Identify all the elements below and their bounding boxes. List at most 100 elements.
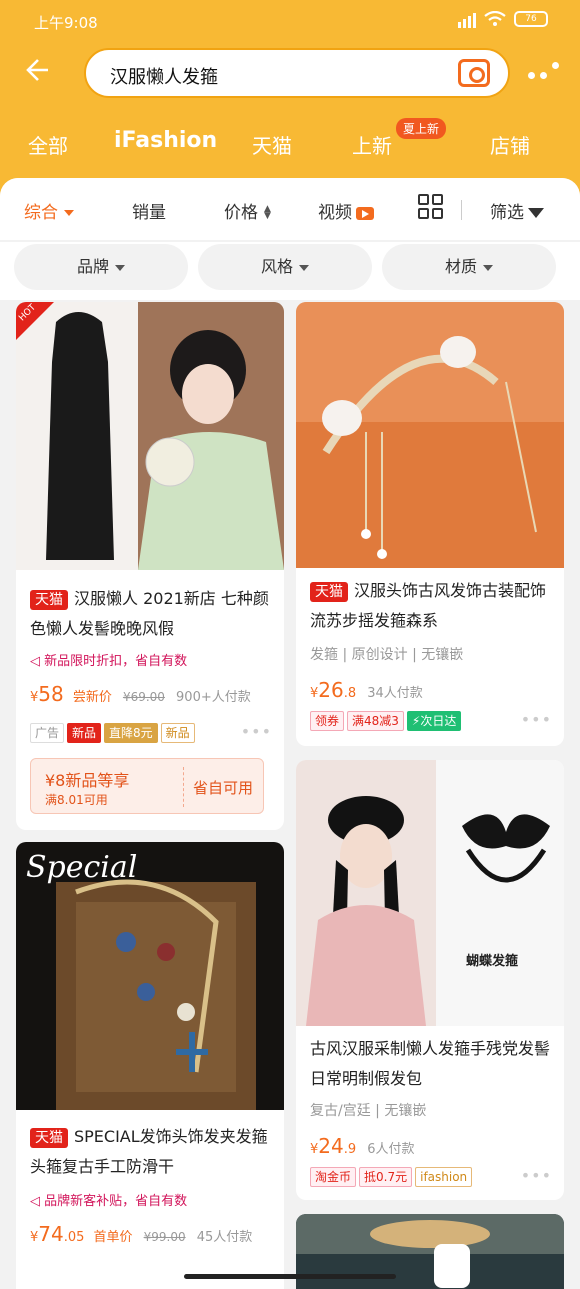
filter-label: 筛选	[490, 203, 524, 223]
filter-chips: 品牌 风格 材质	[0, 242, 580, 300]
more-menu-icon[interactable]	[526, 62, 562, 82]
tmall-badge: 天猫	[30, 1127, 68, 1148]
chip-style[interactable]: 风格	[198, 244, 372, 290]
sort-arrows-icon: ▲ ▼	[264, 204, 271, 221]
product-card[interactable]: HOT 天猫 汉服懒人 2021新店 七种颜色懒人发髻晚晚风假 ◁ 新品限时折扣，…	[16, 302, 284, 830]
product-image	[296, 302, 564, 568]
price: ¥74.05	[30, 1222, 85, 1246]
price-decimal: .9	[343, 1142, 357, 1157]
old-price: ¥69.00	[122, 690, 165, 704]
price: ¥24.9	[310, 1134, 357, 1158]
speaker-icon: ◁	[30, 1194, 40, 1209]
price-value: 24	[318, 1134, 344, 1158]
battery-icon: 76	[514, 11, 548, 27]
price-label: 尝新价	[72, 690, 112, 705]
product-card[interactable]: 天猫 汉服头饰古风发饰古装配饰流苏步摇发箍森系 发箍 | 原创设计 | 无镶嵌 ¥…	[296, 302, 564, 746]
sold-count: 45人付款	[196, 1230, 253, 1245]
sort-sales[interactable]: 销量	[132, 198, 166, 223]
caret-down-icon	[483, 264, 493, 271]
sold-count: 34人付款	[367, 686, 423, 701]
price-label: 首单价	[93, 1230, 133, 1245]
caret-down-icon	[115, 264, 125, 271]
signal-icon	[458, 10, 476, 28]
tab-tmall[interactable]: 天猫	[252, 130, 292, 159]
price-value: 58	[38, 682, 64, 706]
wifi-icon	[484, 11, 506, 26]
more-dots-icon[interactable]: •••	[521, 1166, 552, 1185]
discount-tag: 直降8元	[104, 723, 158, 743]
more-dots-icon[interactable]: •••	[521, 710, 552, 729]
price-value: 26	[318, 678, 344, 702]
price-decimal: .8	[343, 686, 357, 701]
sort-overall[interactable]: 综合	[24, 198, 74, 223]
coin-tag: 淘金币	[310, 1167, 357, 1187]
camera-search-icon[interactable]	[458, 59, 490, 87]
tmall-badge: 天猫	[30, 589, 68, 610]
price-row: ¥26.8 34人付款	[310, 678, 423, 702]
product-attributes: 发箍 | 原创设计 | 无镶嵌	[310, 647, 464, 663]
sort-bar: 综合 销量 价格 ▲ ▼ 视频 筛选	[0, 178, 580, 240]
tmall-badge: 天猫	[310, 581, 348, 602]
price-row: ¥74.05 首单价 ¥99.00 45人付款	[30, 1222, 252, 1246]
chip-material-label: 材质	[444, 257, 477, 276]
coupon-tag: 领券	[310, 711, 345, 731]
chip-brand[interactable]: 品牌	[14, 244, 188, 290]
video-play-icon	[356, 206, 374, 220]
sort-price-label: 价格	[224, 203, 258, 223]
filter-button[interactable]: 筛选	[490, 198, 544, 223]
discount-tag: 满48减3	[347, 711, 404, 731]
chip-style-label: 风格	[260, 257, 293, 276]
search-input[interactable]: 汉服懒人发箍	[84, 48, 510, 98]
status-bar: 上午9:08 76	[0, 0, 580, 44]
tab-stores[interactable]: 店铺	[490, 130, 530, 159]
product-title: 天猫 汉服懒人 2021新店 七种颜色懒人发髻晚晚风假	[30, 584, 280, 644]
next-day-label: 次日达	[420, 714, 457, 728]
caret-down-icon	[299, 264, 309, 271]
new-badge: 夏上新	[396, 118, 447, 139]
product-image	[16, 302, 284, 570]
back-arrow-icon[interactable]	[22, 56, 58, 92]
tab-new[interactable]: 上新	[352, 130, 392, 159]
home-indicator[interactable]	[184, 1274, 396, 1279]
promo-text: 新品限时折扣，省自有数	[44, 654, 188, 669]
sort-price[interactable]: 价格 ▲ ▼	[224, 198, 271, 223]
price-row: ¥24.9 6人付款	[310, 1134, 415, 1158]
product-card[interactable]: 蝴蝶发箍 古风汉服采制懒人发箍手残党发髻日常明制假发包 复古/宫廷 | 无镶嵌 …	[296, 760, 564, 1200]
status-time: 上午9:08	[34, 14, 98, 32]
tag-row: 领券 满48减3 ⚡次日达	[310, 710, 464, 731]
sort-video[interactable]: 视频	[318, 198, 374, 223]
more-dots-icon[interactable]: •••	[241, 722, 272, 741]
tab-all[interactable]: 全部	[28, 130, 68, 159]
grid-view-icon[interactable]	[418, 194, 444, 220]
header: 上午9:08 76 汉服懒人发箍 全部 iFashion 天猫 上新 夏上新 店…	[0, 0, 580, 200]
chip-material[interactable]: 材质	[382, 244, 556, 290]
coupon-cta[interactable]: 省自可用	[193, 777, 253, 798]
sold-count: 6人付款	[367, 1142, 415, 1157]
promo-text: 品牌新客补贴，省自有数	[44, 1194, 188, 1209]
search-row: 汉服懒人发箍	[0, 46, 580, 102]
ifashion-tag: ifashion	[415, 1167, 473, 1187]
price-row: ¥58 尝新价 ¥69.00 900+人付款	[30, 682, 251, 706]
sort-overall-label: 综合	[24, 203, 58, 223]
product-title: 天猫 SPECIAL发饰头饰发夹发箍头箍复古手工防滑干	[30, 1122, 280, 1182]
new-tag: 新品	[160, 723, 195, 743]
chip-brand-label: 品牌	[76, 257, 109, 276]
sort-video-label: 视频	[318, 203, 352, 223]
status-icons: 76	[458, 10, 548, 28]
product-image	[296, 760, 564, 1026]
filter-icon	[528, 208, 544, 218]
product-title: 天猫 汉服头饰古风发饰古装配饰流苏步摇发箍森系	[310, 576, 560, 636]
coupon-amount: ¥8新品等享	[45, 771, 130, 790]
speaker-icon: ◁	[30, 654, 40, 669]
coupon-divider	[183, 767, 184, 807]
tab-ifashion[interactable]: iFashion	[114, 128, 217, 153]
results-panel: 综合 销量 价格 ▲ ▼ 视频 筛选 品牌 风格 材质 HOT 天猫 汉服懒人 202…	[0, 178, 580, 1289]
new-tag: 新品	[67, 723, 102, 743]
ad-tag: 广告	[30, 723, 65, 743]
coupon-condition: 满8.01可用	[45, 793, 108, 807]
product-attributes: 复古/宫廷 | 无镶嵌	[310, 1103, 427, 1119]
category-tabs: 全部 iFashion 天猫 上新 夏上新 店铺	[0, 116, 580, 176]
coupon[interactable]: ¥8新品等享 满8.01可用 省自可用	[30, 758, 264, 814]
discount-tag: 抵0.7元	[359, 1167, 413, 1187]
product-card[interactable]: Special 天猫 SPECIAL发饰头饰发夹发箍头箍复古手工防滑干 ◁ 品牌新…	[16, 842, 284, 1289]
